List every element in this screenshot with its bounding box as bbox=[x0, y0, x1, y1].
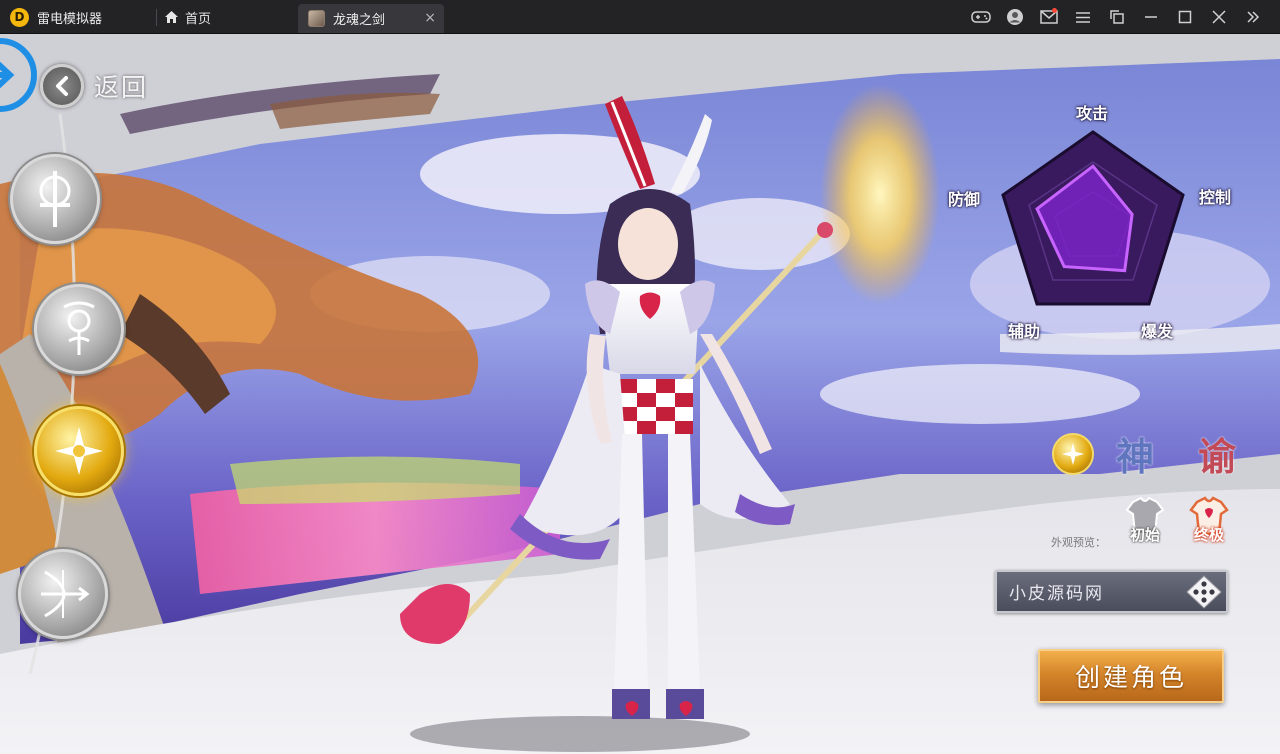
class-emblem-icon bbox=[1052, 433, 1094, 475]
tab-game[interactable]: 龙魂之剑 × bbox=[298, 4, 444, 33]
tab-close-icon[interactable]: × bbox=[424, 10, 436, 26]
game-app-icon bbox=[308, 10, 325, 27]
skin-option-ultimate[interactable]: 终极 bbox=[1184, 496, 1234, 556]
close-icon[interactable] bbox=[1202, 5, 1236, 29]
maximize-icon[interactable] bbox=[1168, 5, 1202, 29]
character-name-input[interactable] bbox=[1009, 581, 1179, 602]
skin-option-initial[interactable]: 初始 bbox=[1120, 496, 1170, 556]
brand-name: 雷电模拟器 bbox=[37, 11, 103, 27]
radar-label-support: 辅助 bbox=[1008, 322, 1041, 341]
gamepad-icon[interactable] bbox=[964, 5, 998, 29]
create-character-button[interactable]: 创建角色 bbox=[1038, 649, 1224, 703]
radar-label-control: 控制 bbox=[1199, 188, 1232, 207]
tab-game-label: 龙魂之剑 bbox=[333, 13, 386, 28]
home-icon bbox=[165, 11, 178, 23]
cross-icon bbox=[55, 427, 103, 475]
tab-divider bbox=[156, 9, 157, 26]
class-button-rose[interactable] bbox=[34, 284, 124, 374]
game-viewport[interactable]: 返回 攻击 控制 爆发 辅助 防御 神 谕 外观预览： 初始 终极 小皮源码网 … bbox=[0, 34, 1280, 754]
class-name: 神 谕 bbox=[1116, 426, 1236, 481]
skin-option-label: 终极 bbox=[1193, 526, 1224, 544]
back-button[interactable]: 返回 bbox=[40, 64, 148, 108]
bow-icon bbox=[41, 570, 90, 618]
rose-icon bbox=[63, 301, 95, 355]
minimize-icon[interactable] bbox=[1134, 5, 1168, 29]
class-name-char: 神 bbox=[1116, 434, 1155, 479]
tab-home[interactable]: 首页 bbox=[164, 7, 211, 27]
screenshot-icon[interactable] bbox=[1100, 5, 1134, 29]
class-name-char: 谕 bbox=[1197, 434, 1236, 479]
menu-icon[interactable] bbox=[1066, 5, 1100, 29]
notification-dot bbox=[1052, 8, 1057, 13]
character-name-field[interactable] bbox=[995, 570, 1228, 613]
class-button-sword[interactable] bbox=[10, 154, 100, 244]
radar-label-attack: 攻击 bbox=[1076, 104, 1109, 123]
radar-label-defense: 防御 bbox=[948, 190, 981, 209]
brand: D 雷电模拟器 bbox=[10, 7, 102, 27]
dice-icon bbox=[1186, 575, 1222, 609]
mail-icon[interactable] bbox=[1032, 5, 1066, 29]
skin-option-label: 初始 bbox=[1129, 526, 1160, 544]
attribute-radar: 攻击 控制 爆发 辅助 防御 bbox=[945, 92, 1245, 352]
expand-arrow-icon[interactable] bbox=[0, 34, 42, 116]
emulator-titlebar: D 雷电模拟器 首页 龙魂之剑 × bbox=[0, 0, 1280, 34]
random-name-button[interactable] bbox=[1186, 575, 1222, 609]
back-label: 返回 bbox=[94, 73, 149, 102]
window-controls bbox=[964, 5, 1270, 29]
radar-chart bbox=[1001, 130, 1185, 306]
back-arrow-icon bbox=[40, 64, 84, 108]
leidian-logo-icon: D bbox=[10, 7, 29, 27]
collapse-sidebar-icon[interactable] bbox=[1236, 5, 1270, 29]
class-button-bow[interactable] bbox=[18, 549, 108, 639]
create-character-label: 创建角色 bbox=[1074, 663, 1187, 692]
radar-label-burst: 爆发 bbox=[1141, 322, 1174, 341]
class-button-cross[interactable] bbox=[34, 406, 124, 496]
tab-home-label: 首页 bbox=[185, 11, 212, 27]
appearance-label: 外观预览： bbox=[1051, 536, 1106, 549]
sword-icon bbox=[39, 171, 71, 227]
account-icon[interactable] bbox=[998, 5, 1032, 29]
